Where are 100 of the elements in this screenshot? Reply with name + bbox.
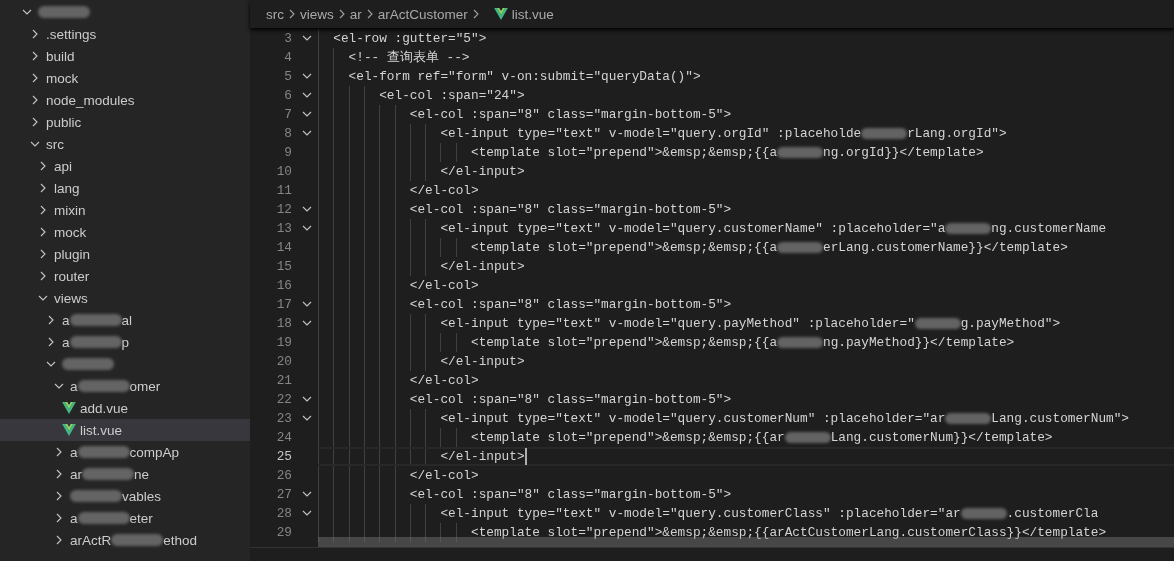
file-tree-item[interactable]: plugin [0,243,250,265]
redaction-smudge [38,6,90,18]
line-number: 3 [283,30,292,46]
file-tree-item[interactable]: a omer [0,375,250,397]
redaction-smudge [945,412,992,424]
fold-chevron-icon[interactable] [302,508,312,518]
line-number: 28 [275,505,292,521]
code-text: .customerCla [1006,505,1099,521]
code-text: <el-col :span="8" class="margin-bottom-5"> [409,296,732,312]
file-tree-item[interactable]: mock [0,67,250,89]
line-number: 19 [275,334,292,350]
file-tree-item[interactable]: api [0,155,250,177]
code-text: <el-col :span="24"> [379,87,525,103]
code-text: </el-col> [409,277,479,293]
breadcrumb-item[interactable]: arActCustomer [377,6,468,22]
file-tree-item[interactable]: router [0,265,250,287]
vue-file-icon [493,8,508,20]
line-number: 21 [275,372,292,388]
code-text: </el-input> [440,258,525,274]
tree-item-label: build [46,48,75,64]
file-tree-item[interactable]: a al [0,309,250,331]
fold-chevron-icon[interactable] [302,394,312,404]
file-tree-item[interactable]: .settings [0,23,250,45]
redaction-smudge [62,358,114,370]
fold-chevron-icon[interactable] [302,489,312,499]
line-number: 7 [283,106,292,122]
file-tree-item[interactable]: a compAp [0,441,250,463]
line-number: 5 [283,68,292,84]
file-tree-item[interactable]: node_modules [0,89,250,111]
breadcrumb-item[interactable]: list.vue [511,6,554,22]
fold-chevron-icon[interactable] [302,90,312,100]
redaction-smudge [77,446,130,458]
line-number: 26 [275,467,292,483]
redaction-smudge [69,314,122,326]
code-text: ng.payMethod}}</template> [823,334,1015,350]
fold-chevron-icon[interactable] [302,318,312,328]
breadcrumb-item[interactable]: views [300,6,334,22]
code-text: </el-input> [440,163,525,179]
redaction-smudge [784,431,831,443]
line-number: 24 [275,429,292,445]
tree-item-label: .settings [46,26,97,42]
tree-item-label: a [70,444,78,460]
tree-item-label: a [62,312,70,328]
file-tree-item[interactable]: public [0,111,250,133]
redaction-smudge [77,512,130,524]
code-text: <el-input type="text" v-model="query.customerNum" :placeholder="ar [440,410,946,426]
redaction-smudge [861,127,908,139]
breadcrumb-item[interactable]: ar [349,6,362,22]
code-text: </el-col> [409,372,479,388]
fold-chevron-icon[interactable] [302,109,312,119]
fold-chevron-icon[interactable] [302,71,312,81]
tree-item-label: plugin [54,246,91,262]
code-text: <el-col :span="8" class="margin-bottom-5"> [409,391,732,407]
code-text: <!-- 查询表单 --> [348,48,470,66]
tree-item-label: lang [54,180,80,196]
horizontal-scrollbar[interactable] [318,537,1174,547]
code-text: <template slot="prepend">&emsp;&emsp;{{a [471,239,778,255]
tree-item-label: omer [129,378,161,394]
tree-item-label: a [70,510,78,526]
fold-chevron-icon[interactable] [302,299,312,309]
code-text: <template slot="prepend">&emsp;&emsp;{{a [471,334,778,350]
fold-chevron-icon[interactable] [302,33,312,43]
fold-chevron-icon[interactable] [302,223,312,233]
fold-chevron-icon[interactable] [302,204,312,214]
line-number: 29 [275,524,292,540]
tree-item-label: ar [70,466,82,482]
code-text: <el-input type="text" v-model="query.orgId" :placeholde [440,125,862,141]
file-tree-item[interactable]: vables [0,485,250,507]
file-tree-item[interactable]: a p [0,331,250,353]
line-number: 11 [275,182,292,198]
fold-chevron-icon[interactable] [302,413,312,423]
line-number: 9 [283,144,292,160]
file-tree-item[interactable]: views [0,287,250,309]
file-tree-item[interactable]: mixin [0,199,250,221]
line-number: 8 [283,125,292,141]
breadcrumb-item[interactable]: src [266,6,284,22]
file-tree-item[interactable]: mock [0,221,250,243]
redaction-smudge [945,222,992,234]
file-tree-item[interactable]: src [0,133,250,155]
code-text: </el-col> [409,467,479,483]
file-tree-item[interactable]: lang [0,177,250,199]
file-tree-item[interactable]: ar ne [0,463,250,485]
redaction-smudge [77,380,130,392]
code-text: erLang.customerName}}</template> [823,239,1068,255]
file-tree-item[interactable]: list.vue [0,419,250,441]
line-number: 23 [275,410,292,426]
code-text: <el-input type="text" v-model="query.customerName" :placeholder="a [440,220,946,236]
redaction-smudge [70,490,122,502]
code-text: Lang.customerNum"> [991,410,1130,426]
line-number: 14 [275,239,292,255]
line-number: 16 [275,277,292,293]
file-tree-item[interactable]: arActR ethod [0,529,250,551]
vue-file-icon [62,424,76,436]
file-tree-item[interactable]: add.vue [0,397,250,419]
file-tree-item[interactable]: a eter [0,507,250,529]
tree-item-label: ne [134,466,150,482]
tree-item-label: mock [46,70,79,86]
line-number: 25 [275,448,292,464]
file-tree-item[interactable]: build [0,45,250,67]
fold-chevron-icon[interactable] [302,128,312,138]
